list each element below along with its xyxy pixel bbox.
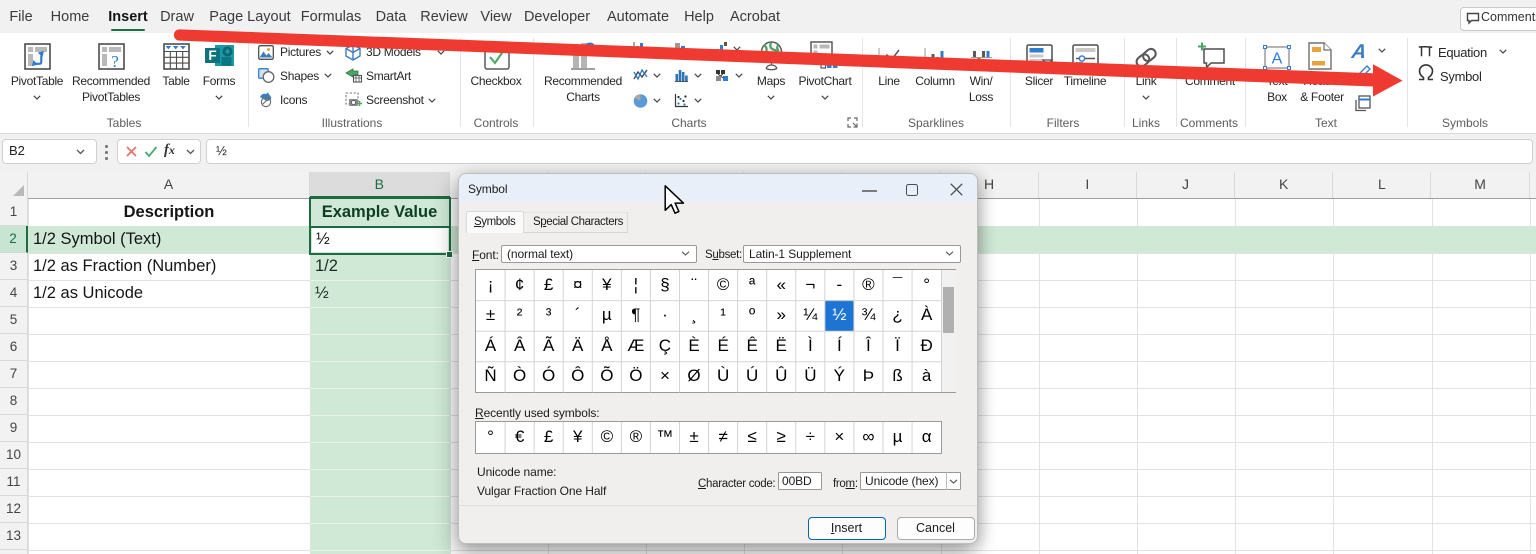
- svg-text:?: ?: [111, 52, 119, 71]
- svg-text:?: ?: [587, 44, 593, 55]
- svg-text:F: F: [208, 48, 216, 63]
- svg-text:A: A: [1272, 51, 1283, 68]
